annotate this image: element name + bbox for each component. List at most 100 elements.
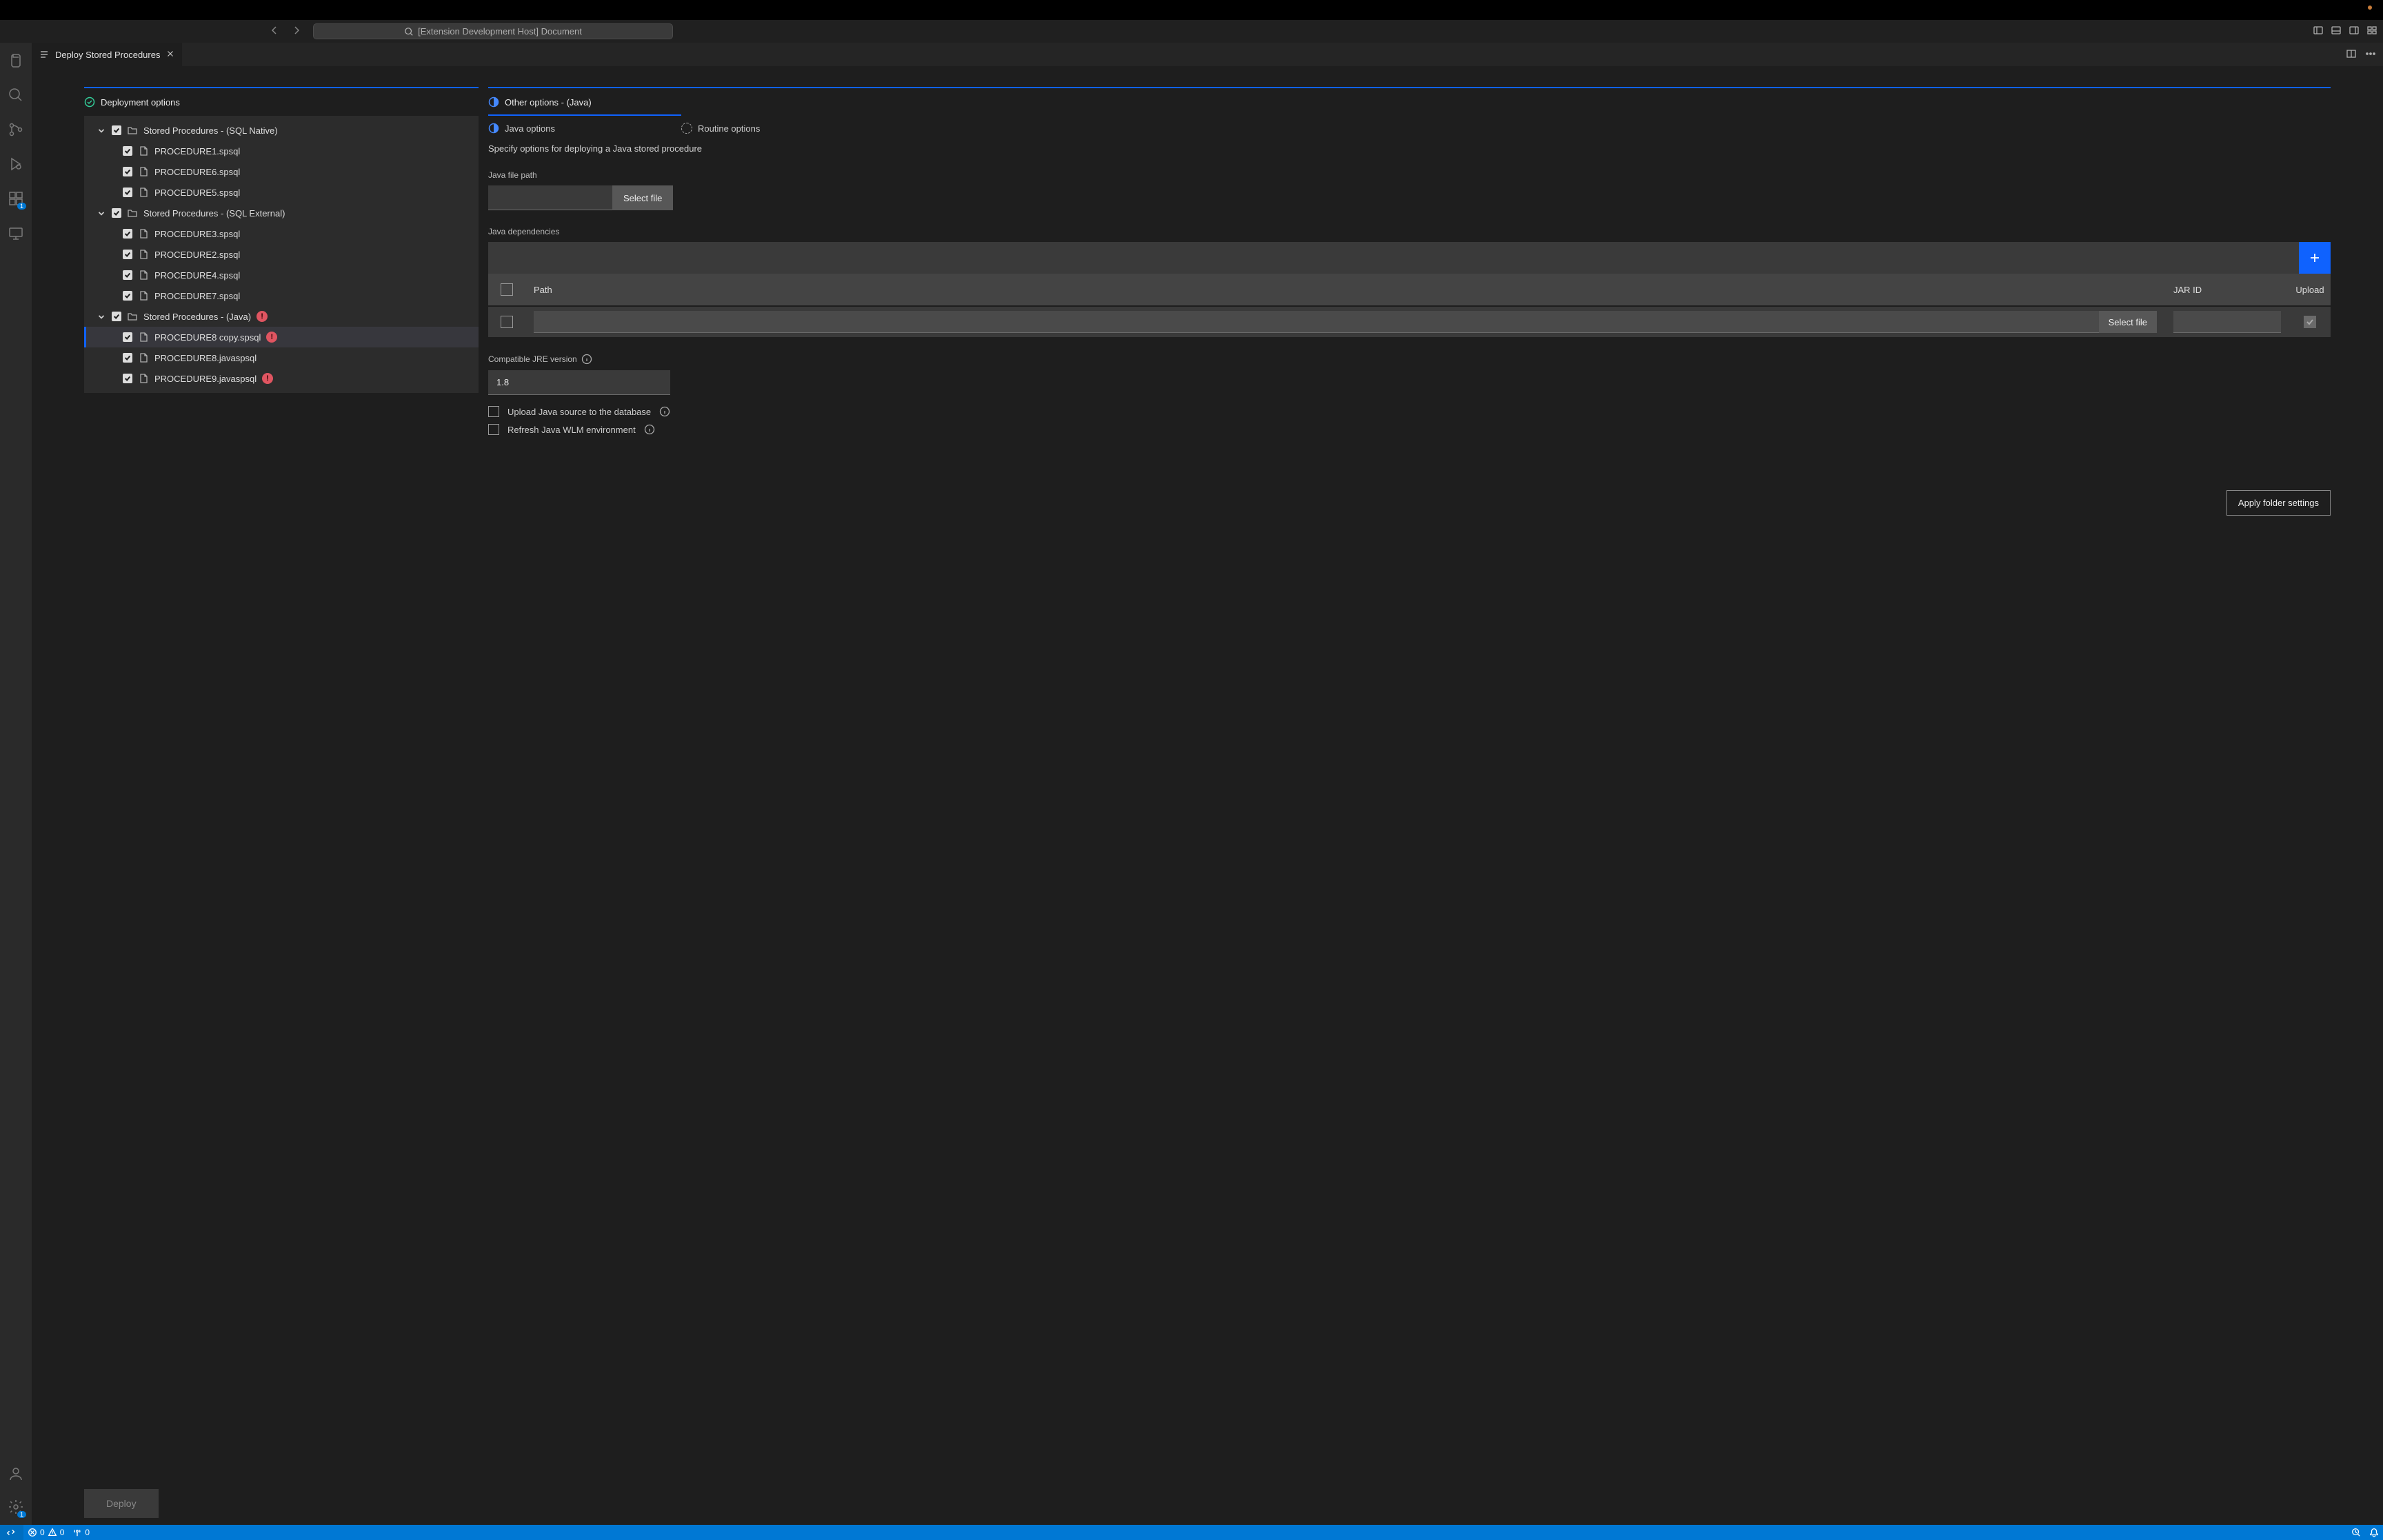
status-notifications-icon[interactable]: [2365, 1528, 2383, 1537]
tree-item-label: PROCEDURE9.javaspsql: [154, 374, 257, 384]
file-icon: [138, 290, 149, 301]
nav-forward-icon[interactable]: [291, 25, 302, 38]
refresh-wlm-label: Refresh Java WLM environment: [507, 425, 636, 435]
tree-group[interactable]: Stored Procedures - (SQL External): [84, 203, 479, 223]
layout-panel-icon[interactable]: [2331, 25, 2342, 38]
tree-group[interactable]: Stored Procedures - (SQL Native): [84, 120, 479, 141]
search-icon: [404, 27, 414, 37]
command-center-text: [Extension Development Host] Document: [418, 26, 582, 37]
java-file-path-label: Java file path: [488, 170, 2331, 180]
remote-explorer-icon[interactable]: [0, 221, 32, 245]
tree-item[interactable]: PROCEDURE8 copy.spsql!: [84, 327, 479, 347]
options-description: Specify options for deploying a Java sto…: [488, 143, 2331, 154]
tree-item[interactable]: PROCEDURE7.spsql: [84, 285, 479, 306]
jar-id-input[interactable]: [2173, 311, 2281, 333]
checkbox-checked[interactable]: [123, 374, 132, 383]
layout-sidebar-left-icon[interactable]: [2313, 25, 2324, 38]
file-icon: [138, 352, 149, 363]
chevron-down-icon[interactable]: [97, 208, 106, 218]
chevron-down-icon[interactable]: [97, 312, 106, 321]
info-icon[interactable]: [581, 354, 592, 365]
folder-icon: [127, 207, 138, 219]
info-icon[interactable]: [644, 424, 655, 435]
tree-item-label: PROCEDURE3.spsql: [154, 229, 240, 239]
status-ports[interactable]: 0: [68, 1528, 94, 1537]
checkbox-checked[interactable]: [123, 250, 132, 259]
search-icon[interactable]: [0, 83, 32, 108]
remote-indicator[interactable]: [0, 1525, 23, 1540]
subtab-routine-label: Routine options: [698, 123, 760, 134]
activity-bar: 1 1: [0, 43, 32, 1525]
checkbox-checked[interactable]: [123, 229, 132, 239]
info-icon[interactable]: [659, 406, 670, 417]
deploy-button[interactable]: Deploy: [84, 1489, 159, 1518]
apply-folder-settings-button[interactable]: Apply folder settings: [2226, 490, 2331, 516]
upload-source-checkbox[interactable]: [488, 406, 499, 417]
checkbox-checked[interactable]: [112, 208, 121, 218]
dependencies-table: Path JAR ID Upload Select file: [488, 274, 2331, 337]
layout-customize-icon[interactable]: [2366, 25, 2377, 38]
jre-version-label: Compatible JRE version: [488, 354, 2331, 365]
tree-item[interactable]: PROCEDURE4.spsql: [84, 265, 479, 285]
col-jarid: JAR ID: [2165, 285, 2289, 295]
extensions-icon[interactable]: 1: [0, 186, 32, 211]
file-icon: [138, 332, 149, 343]
status-problems[interactable]: 0 0: [23, 1528, 68, 1537]
run-debug-icon[interactable]: [0, 152, 32, 176]
accounts-icon[interactable]: [0, 1461, 32, 1486]
checkbox-checked[interactable]: [112, 125, 121, 135]
deployment-options-label: Deployment options: [101, 97, 180, 108]
col-upload: Upload: [2289, 285, 2331, 295]
status-feedback-icon[interactable]: [2347, 1528, 2365, 1537]
checkbox-checked[interactable]: [123, 188, 132, 197]
checkbox-checked[interactable]: [123, 167, 132, 176]
select-all-checkbox[interactable]: [501, 283, 513, 296]
refresh-wlm-checkbox[interactable]: [488, 424, 499, 435]
tab-close-button[interactable]: [165, 49, 175, 61]
upload-checkbox[interactable]: [2304, 316, 2316, 328]
tree-item[interactable]: PROCEDURE2.spsql: [84, 244, 479, 265]
tree-item[interactable]: PROCEDURE8.javaspsql: [84, 347, 479, 368]
select-file-button[interactable]: Select file: [612, 185, 673, 210]
dependency-path-input[interactable]: [534, 311, 2099, 333]
tree-item[interactable]: PROCEDURE9.javaspsql!: [84, 368, 479, 389]
checkbox-checked[interactable]: [123, 353, 132, 363]
procedures-tree: Stored Procedures - (SQL Native)PROCEDUR…: [84, 116, 479, 393]
macos-titlebar-spacer: [0, 0, 2383, 20]
checkbox-checked[interactable]: [123, 146, 132, 156]
row-checkbox[interactable]: [501, 316, 513, 328]
layout-sidebar-right-icon[interactable]: [2349, 25, 2360, 38]
subtab-java-options[interactable]: Java options: [488, 114, 681, 141]
source-control-icon[interactable]: [0, 117, 32, 142]
tab-deploy-stored-procedures[interactable]: Deploy Stored Procedures: [32, 43, 182, 66]
subtab-routine-options[interactable]: Routine options: [681, 116, 874, 141]
split-editor-icon[interactable]: [2346, 48, 2357, 61]
checkbox-checked[interactable]: [123, 270, 132, 280]
tree-item-label: PROCEDURE7.spsql: [154, 291, 240, 301]
tree-item[interactable]: PROCEDURE6.spsql: [84, 161, 479, 182]
upload-source-label: Upload Java source to the database: [507, 407, 651, 417]
command-center[interactable]: [Extension Development Host] Document: [313, 23, 673, 39]
dependencies-search-area[interactable]: [488, 242, 2299, 274]
chevron-down-icon[interactable]: [97, 125, 106, 135]
nav-back-icon[interactable]: [269, 25, 280, 38]
jre-version-input[interactable]: [488, 370, 670, 395]
radio-tower-icon: [72, 1528, 82, 1537]
settings-gear-icon[interactable]: 1: [0, 1495, 32, 1519]
tree-item[interactable]: PROCEDURE3.spsql: [84, 223, 479, 244]
titlebar: [Extension Development Host] Document: [0, 20, 2383, 43]
add-dependency-button[interactable]: [2299, 242, 2331, 274]
tree-group[interactable]: Stored Procedures - (Java)!: [84, 306, 479, 327]
file-icon: [138, 145, 149, 156]
explorer-icon[interactable]: [0, 48, 32, 73]
dependency-select-file-button[interactable]: Select file: [2099, 311, 2157, 333]
tree-item-label: PROCEDURE8 copy.spsql: [154, 332, 261, 343]
more-actions-icon[interactable]: [2365, 48, 2376, 61]
checkbox-checked[interactable]: [123, 332, 132, 342]
tab-file-icon: [39, 49, 50, 60]
checkbox-checked[interactable]: [123, 291, 132, 301]
tree-item[interactable]: PROCEDURE5.spsql: [84, 182, 479, 203]
tree-item[interactable]: PROCEDURE1.spsql: [84, 141, 479, 161]
checkbox-checked[interactable]: [112, 312, 121, 321]
java-file-path-input[interactable]: [488, 185, 612, 210]
